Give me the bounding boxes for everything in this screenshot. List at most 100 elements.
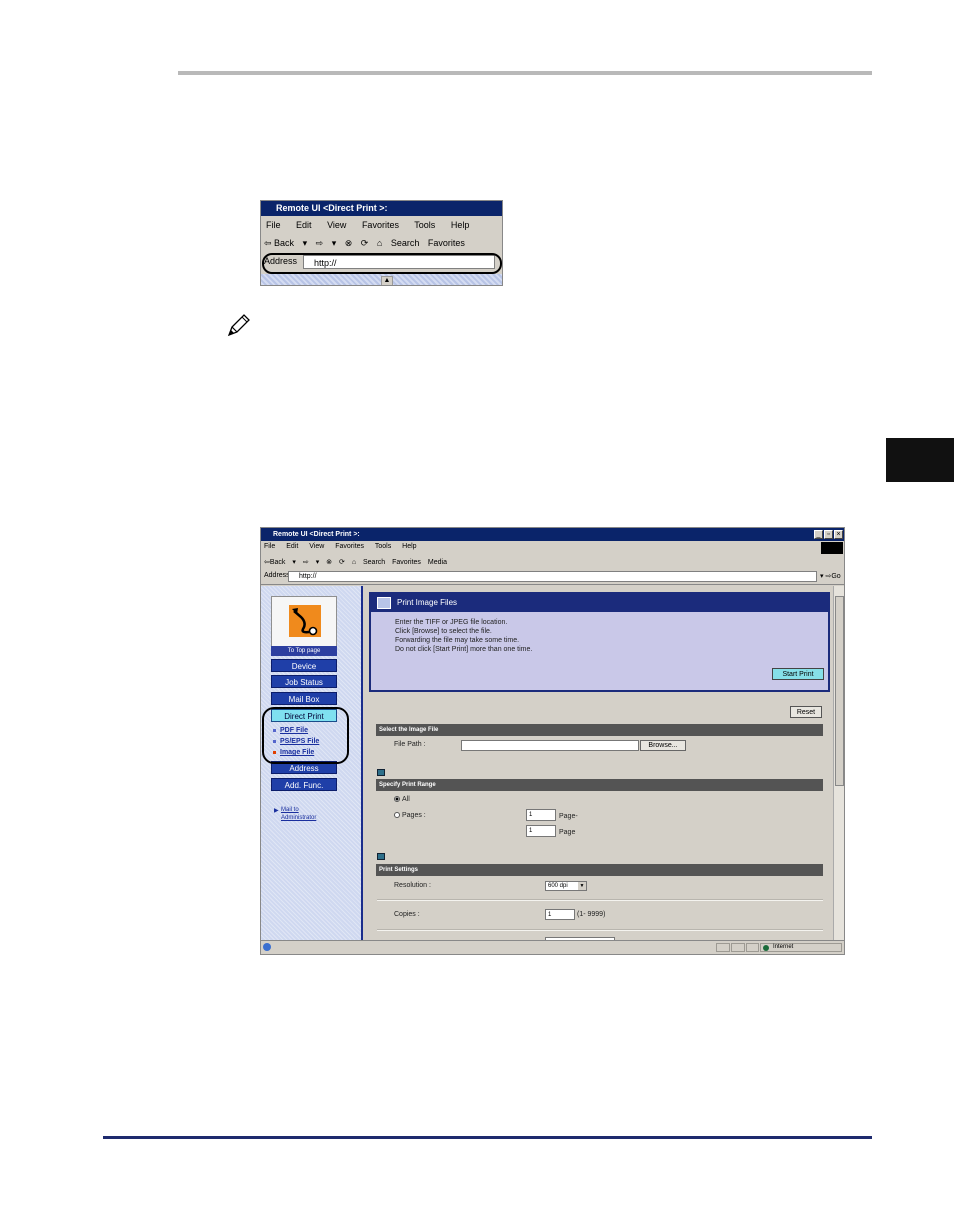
menu-favorites[interactable]: Favorites	[335, 543, 364, 550]
refresh-icon[interactable]: ⟳	[339, 559, 345, 566]
address-field[interactable]: http://	[288, 571, 817, 582]
menu-edit[interactable]: Edit	[296, 220, 312, 230]
menu-edit[interactable]: Edit	[286, 543, 298, 550]
internet-zone-icon	[763, 945, 769, 951]
page-top-icon[interactable]	[377, 853, 385, 860]
menu-view[interactable]: View	[327, 220, 346, 230]
copies-label: Copies :	[394, 911, 420, 918]
main-content: Print Image Files Enter the TIFF or JPEG…	[363, 586, 833, 943]
browser-menubar: File Edit View Favorites Tools Help	[264, 543, 426, 550]
favorites-button[interactable]: Favorites	[392, 559, 421, 566]
home-icon[interactable]: ⌂	[352, 559, 356, 566]
dropdown-arrow-icon[interactable]: ▼	[578, 882, 586, 890]
page-to-suffix: Page	[559, 829, 576, 836]
menu-help[interactable]: Help	[402, 543, 416, 550]
resolution-select[interactable]: 600 dpi ▼	[545, 881, 587, 891]
browser-toolbar: ⇦Back ▾ ⇨ ▾ ⊗ ⟳ ⌂ Search Favorites Media	[264, 558, 452, 566]
instruction-line: Do not click [Start Print] more than one…	[395, 646, 533, 653]
status-segment	[731, 943, 745, 952]
page-from-suffix: Page-	[559, 813, 578, 820]
instruction-line: Forwarding the file may take some time.	[395, 637, 520, 644]
browser-screenshot: Remote UI <Direct Print >: _ ▫ × File Ed…	[260, 527, 845, 955]
small-browser-menubar: File Edit View Favorites Tools Help	[266, 220, 482, 232]
select-image-header: Select the Image File	[376, 724, 823, 736]
small-browser-title: Remote UI <Direct Print >:	[276, 203, 388, 213]
search-button[interactable]: Search	[363, 559, 385, 566]
search-button[interactable]: Search	[391, 238, 420, 248]
instruction-line: Click [Browse] to select the file.	[395, 628, 492, 635]
toolbar-divider	[261, 584, 844, 585]
menu-file[interactable]: File	[266, 220, 281, 230]
print-range-header: Specify Print Range	[376, 779, 823, 791]
stop-icon[interactable]: ⊗	[345, 238, 353, 248]
vertical-scrollbar[interactable]	[833, 586, 844, 940]
menu-tools[interactable]: Tools	[375, 543, 391, 550]
back-button[interactable]: ⇦Back	[264, 559, 285, 566]
zone-label: Internet	[773, 944, 794, 950]
nav-add-func-button[interactable]: Add. Func.	[271, 778, 337, 791]
copies-range: (1- 9999)	[577, 911, 606, 918]
to-top-page-link[interactable]: To Top page	[271, 646, 337, 656]
start-print-button[interactable]: Start Print	[772, 668, 824, 680]
panel-header: Print Image Files	[371, 594, 828, 612]
copies-input[interactable]: 1	[545, 909, 575, 920]
pages-radio-option[interactable]: Pages :	[394, 812, 426, 819]
file-path-input[interactable]	[461, 740, 639, 751]
forward-dropdown-icon[interactable]: ▾	[332, 238, 337, 248]
back-dropdown-icon[interactable]: ▾	[292, 559, 296, 566]
nav-mail-box-button[interactable]: Mail Box	[271, 692, 337, 705]
forward-button[interactable]: ⇨	[316, 238, 324, 248]
resolution-label: Resolution :	[394, 882, 431, 889]
browse-button[interactable]: Browse...	[640, 740, 686, 751]
panel-instructions: Enter the TIFF or JPEG file location. Cl…	[395, 618, 532, 654]
reset-button[interactable]: Reset	[790, 706, 822, 718]
scroll-up-icon[interactable]: ▲	[381, 276, 393, 285]
status-bar: Internet	[261, 940, 844, 954]
forward-dropdown-icon[interactable]: ▾	[316, 559, 320, 566]
radio-icon[interactable]	[394, 812, 400, 819]
favorites-button[interactable]: Favorites	[428, 238, 465, 248]
media-button[interactable]: Media	[428, 559, 447, 566]
go-button[interactable]: ▾ ⇨Go	[820, 572, 841, 580]
pages-label: Pages :	[402, 812, 426, 819]
forward-button[interactable]: ⇨	[303, 559, 309, 566]
file-path-label: File Path :	[394, 741, 426, 748]
maximize-icon[interactable]: ▫	[824, 530, 833, 539]
back-button[interactable]: ⇦ Back	[264, 238, 294, 248]
menu-favorites[interactable]: Favorites	[362, 220, 399, 230]
refresh-icon[interactable]: ⟳	[361, 238, 369, 248]
scrollbar-thumb[interactable]	[835, 596, 844, 786]
page-to-input[interactable]: 1	[526, 825, 556, 837]
status-segment	[746, 943, 759, 952]
arrow-icon: ▶	[274, 808, 279, 814]
print-settings-header: Print Settings	[376, 864, 823, 876]
row-divider	[377, 929, 823, 931]
home-icon[interactable]: ⌂	[377, 238, 382, 248]
status-segment	[716, 943, 730, 952]
small-browser-titlebar: Remote UI <Direct Print >:	[261, 201, 502, 216]
all-radio-option[interactable]: All	[394, 796, 410, 803]
chapter-tab	[886, 438, 954, 482]
small-browser-screenshot: Remote UI <Direct Print >: File Edit Vie…	[260, 200, 503, 286]
stop-icon[interactable]: ⊗	[326, 559, 332, 566]
menu-tools[interactable]: Tools	[414, 220, 435, 230]
back-dropdown-icon[interactable]: ▾	[303, 238, 308, 248]
nav-device-button[interactable]: Device	[271, 659, 337, 672]
menu-file[interactable]: File	[264, 543, 275, 550]
close-icon[interactable]: ×	[834, 530, 843, 539]
row-divider	[377, 899, 823, 901]
go-label: Go	[831, 573, 841, 580]
radio-selected-icon[interactable]	[394, 796, 400, 803]
mail-to-administrator-link[interactable]: Mail to Administrator	[281, 806, 316, 822]
minimize-icon[interactable]: _	[814, 530, 823, 539]
security-zone: Internet	[760, 943, 842, 952]
print-icon	[377, 596, 391, 609]
menu-view[interactable]: View	[309, 543, 324, 550]
page-top-icon[interactable]	[377, 769, 385, 776]
menu-help[interactable]: Help	[451, 220, 470, 230]
page-from-input[interactable]: 1	[526, 809, 556, 821]
nav-job-status-button[interactable]: Job Status	[271, 675, 337, 688]
resolution-value: 600 dpi	[548, 883, 568, 889]
address-highlight-oval	[262, 253, 502, 274]
remote-ui-logo-icon	[289, 605, 321, 637]
